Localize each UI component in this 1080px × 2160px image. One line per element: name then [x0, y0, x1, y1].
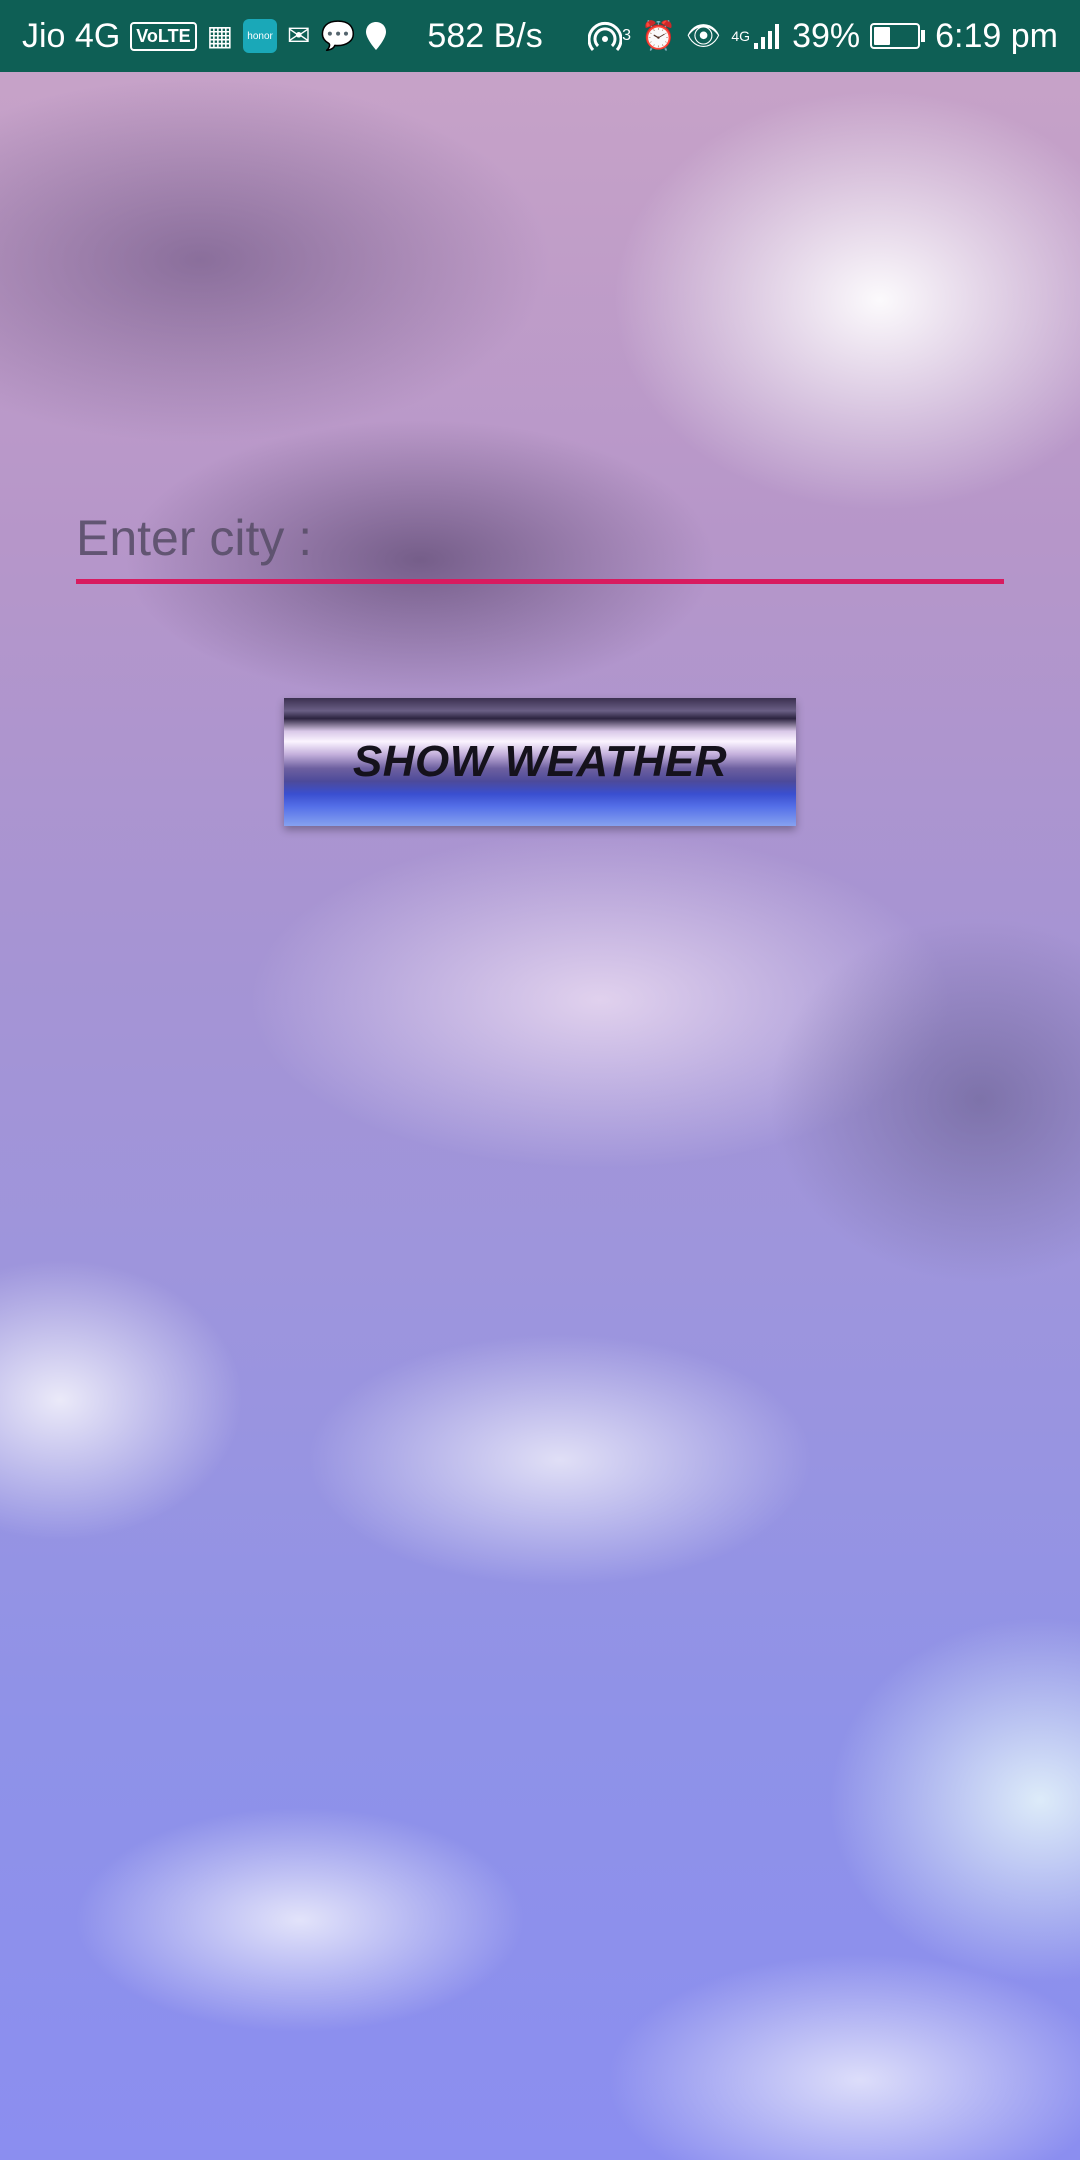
hotspot-icon: 3	[588, 19, 631, 53]
battery-fill	[874, 27, 891, 45]
battery-icon	[870, 23, 926, 49]
hotspot-count: 3	[622, 27, 631, 44]
status-bar: Jio 4G VoLTE ▦ honor ✉ 💬 582 B/s 3 ⏰ 👁 4…	[0, 0, 1080, 72]
battery-percent-label: 39%	[792, 16, 861, 55]
sky-background-image	[0, 0, 1080, 2160]
show-weather-label: SHOW WEATHER	[352, 737, 728, 786]
signal-icon: 4G	[731, 21, 782, 51]
volte-icon: VoLTE	[130, 21, 197, 51]
app-screen: Jio 4G VoLTE ▦ honor ✉ 💬 582 B/s 3 ⏰ 👁 4…	[0, 0, 1080, 2160]
net-speed-label: 582 B/s	[427, 16, 543, 55]
chat-icon: 💬	[320, 20, 356, 51]
honor-app-icon: honor	[243, 19, 278, 53]
calendar-icon: ▦	[206, 20, 234, 51]
location-icon	[365, 21, 387, 51]
mail-icon: ✉	[287, 20, 311, 51]
clock-label: 6:19 pm	[935, 16, 1058, 55]
status-bar-left: Jio 4G VoLTE ▦ honor ✉ 💬 582 B/s	[22, 17, 543, 56]
city-field	[76, 500, 1004, 584]
city-input[interactable]	[76, 500, 1004, 576]
show-weather-button[interactable]: SHOW WEATHER	[284, 698, 796, 826]
eye-icon: 👁	[685, 20, 722, 51]
signal-type-label: 4G	[731, 28, 751, 44]
battery-tip	[921, 30, 926, 42]
status-bar-right: 3 ⏰ 👁 4G 39% 6:19 pm	[588, 17, 1058, 56]
carrier-label: Jio 4G	[22, 16, 121, 55]
battery-body	[870, 23, 921, 49]
alarm-icon: ⏰	[640, 20, 676, 51]
